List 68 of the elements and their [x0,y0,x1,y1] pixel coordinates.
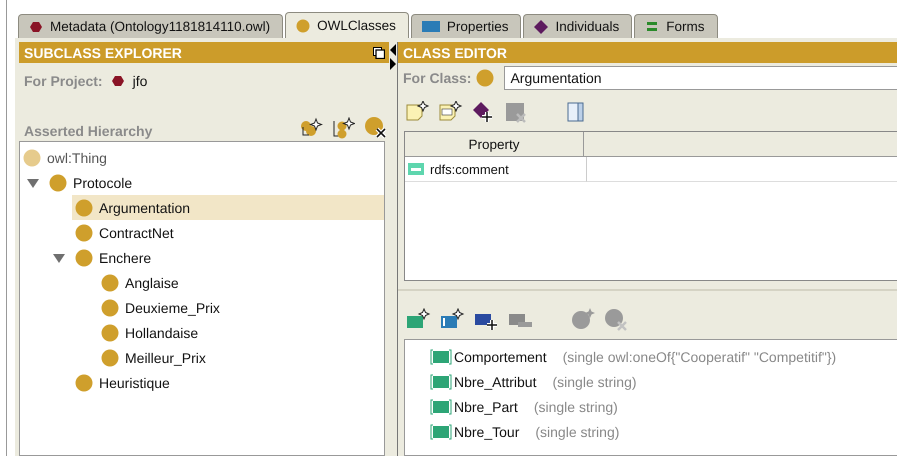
tab[interactable]: Metadata (Ontology1181814110.owl) [18,14,284,38]
circle-icon [101,348,119,366]
circle-icon [75,198,93,216]
circle-icon [75,224,93,242]
add-restriction-icon [570,307,596,331]
circle-icon [101,298,119,316]
hexagon-icon [110,75,125,87]
delete-restriction-icon [604,307,630,331]
tree-item[interactable]: Hollandaise [98,320,384,345]
splitter-arrows-icon[interactable] [390,44,396,70]
tree-item[interactable]: Meilleur_Prix [98,345,384,370]
circle-icon [101,324,119,342]
panel-title: CLASS EDITOR [403,44,507,60]
class-name-field[interactable]: Argumentation [504,66,897,90]
panel-layout-icon[interactable] [567,102,585,122]
maximize-icon[interactable] [373,46,385,58]
tab[interactable]: OWLClasses [285,12,409,38]
form-icon [645,20,660,32]
expanded-icon[interactable] [53,252,65,264]
circle-icon [23,148,41,166]
circle-icon [75,248,93,266]
tree-item[interactable]: owl:Thing [20,145,384,170]
property-detail: (single string) [552,374,637,390]
tree-item[interactable]: Anglaise [98,270,384,295]
property-name[interactable]: Nbre_Attribut [454,374,536,390]
circle-icon [296,18,310,32]
new-document-icon[interactable] [439,101,463,123]
diamond-icon [534,20,548,34]
datatype-property-icon [430,398,452,414]
tree-item[interactable]: ContractNet [72,220,384,245]
property-detail: (single string) [534,398,618,414]
property-name[interactable]: Comportement [454,348,547,364]
expanded-icon[interactable] [27,176,39,188]
section-label: Asserted Hierarchy [24,123,152,139]
tab[interactable]: Properties [410,14,522,38]
tab[interactable]: Forms [634,14,718,38]
hexagon-icon [29,20,43,32]
tree-item[interactable]: Deuxieme_Prix [98,295,384,320]
datatype-property-icon [430,374,452,390]
delete-icon [505,101,529,123]
field-label: For Class: [403,70,472,86]
circle-icon [49,174,67,192]
new-note-icon[interactable] [406,101,430,123]
panel-title: SUBCLASS EXPLORER [24,44,182,60]
datatype-property-icon [430,424,452,440]
tree-item[interactable]: Heuristique [72,370,384,395]
add-datatype-property-icon[interactable] [406,308,432,330]
delete-class-icon[interactable] [363,115,387,139]
datatype-property-icon [430,348,452,364]
project-name: jfo [132,73,148,89]
annotation-property-icon [408,163,424,175]
circle-icon [476,69,494,87]
circle-icon [75,374,93,392]
cell-text: rdfs:comment [430,162,509,176]
add-subclass-icon[interactable] [299,117,323,139]
property-detail: (single string) [535,424,620,440]
property-detail: (single owl:oneOf{"Cooperatif" "Competitif"}) [562,348,836,364]
add-object-property-icon[interactable] [440,308,466,330]
tab[interactable]: Individuals [523,14,632,38]
field-label: For Project: [24,73,103,89]
property-name[interactable]: Nbre_Tour [454,424,520,440]
tree-item[interactable]: Enchere [72,245,384,270]
property-name[interactable]: Nbre_Part [454,398,518,414]
tree-item[interactable]: Argumentation [72,195,384,220]
add-sibling-icon[interactable] [331,117,355,139]
tree-item[interactable]: Protocole [46,170,384,195]
rectangle-icon [422,20,440,32]
circle-icon [101,274,119,292]
